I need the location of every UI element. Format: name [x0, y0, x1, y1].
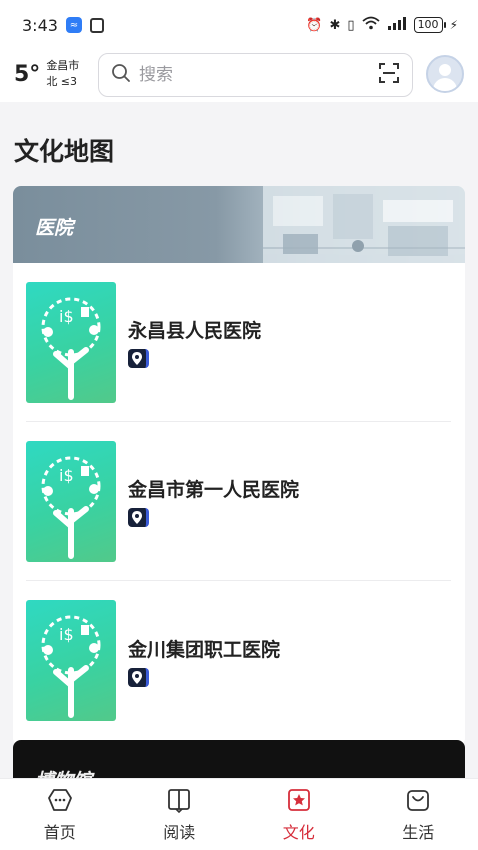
avatar-head [439, 64, 451, 76]
hospital-room-image [263, 186, 465, 263]
category-banner[interactable]: 医院 [13, 186, 465, 263]
page-title: 文化地图 [14, 137, 115, 166]
svg-text:i$: i$ [59, 466, 74, 485]
search-icon [111, 63, 131, 87]
category-card-hospital: 医院 i$ 永昌县人民医院 i$ 金昌市第一人民医院 i$ 金川集团职工医院 [13, 186, 465, 746]
temperature: 5° [14, 61, 41, 87]
book-icon [168, 789, 191, 814]
bag-icon [407, 790, 430, 811]
tree-logo-icon: i$ [26, 281, 116, 403]
tab-life[interactable]: 生活 [359, 779, 478, 850]
scan-icon[interactable] [378, 62, 400, 88]
location-pin-icon[interactable] [128, 349, 149, 368]
tree-logo-icon: i$ [26, 600, 116, 721]
weather-meta: 金昌市 北 ≤3 [46, 58, 79, 90]
alarm-icon: ⏰ [306, 17, 323, 33]
weather-widget[interactable]: 5° 金昌市 北 ≤3 [14, 58, 79, 90]
item-name: 永昌县人民医院 [128, 320, 262, 342]
city-name: 金昌市 [46, 59, 80, 72]
category-card-museum[interactable]: 博物馆 [13, 740, 465, 780]
avatar-body [433, 78, 457, 91]
signal-icon [387, 16, 407, 34]
item-info: 永昌县人民医院 [128, 316, 261, 368]
tab-label: 阅读 [163, 823, 196, 842]
vibrate-icon: ▯ [347, 17, 355, 33]
search-bar[interactable] [98, 53, 413, 97]
charging-icon: ⚡ [449, 18, 458, 32]
bluetooth-icon: ✱ [329, 17, 341, 33]
item-name: 金昌市第一人民医院 [128, 479, 300, 501]
item-info: 金川集团职工医院 [128, 635, 280, 687]
home-icon [47, 789, 72, 811]
item-info: 金昌市第一人民医院 [128, 475, 299, 527]
list-item[interactable]: i$ 金昌市第一人民医院 [26, 422, 451, 581]
tab-home[interactable]: 首页 [0, 779, 120, 850]
tab-label: 文化 [282, 823, 315, 842]
tab-culture[interactable]: 文化 [239, 779, 359, 850]
battery-icon: 100 [413, 17, 446, 33]
culture-star-icon [287, 789, 310, 811]
tab-read[interactable]: 阅读 [120, 779, 240, 850]
tab-label: 生活 [402, 823, 435, 842]
list-item[interactable]: i$ 金川集团职工医院 [26, 581, 451, 740]
status-time: 3:43 [22, 15, 58, 35]
svg-text:i$: i$ [59, 307, 74, 326]
search-input[interactable] [139, 65, 378, 85]
svg-text:i$: i$ [59, 625, 74, 644]
app-notification-icon: ≈ [65, 17, 82, 33]
list-item[interactable]: i$ 永昌县人民医院 [26, 263, 451, 422]
nfc-icon [89, 17, 104, 33]
user-avatar[interactable] [426, 55, 464, 93]
location-pin-icon[interactable] [128, 667, 149, 687]
tree-logo-icon: i$ [26, 440, 116, 562]
status-bar: 3:43 ≈ ⏰ ✱ ▯ 100 ⚡ [0, 0, 478, 50]
item-name: 金川集团职工医院 [128, 638, 281, 661]
category-title: 医院 [35, 217, 74, 239]
wifi-icon [361, 16, 380, 34]
wind-info: 北 ≤3 [46, 75, 78, 88]
tab-label: 首页 [43, 823, 76, 842]
bottom-tab-bar: 首页 阅读 文化 生活 [0, 778, 478, 850]
top-header: 5° 金昌市 北 ≤3 [0, 50, 478, 102]
location-pin-icon[interactable] [128, 508, 149, 527]
